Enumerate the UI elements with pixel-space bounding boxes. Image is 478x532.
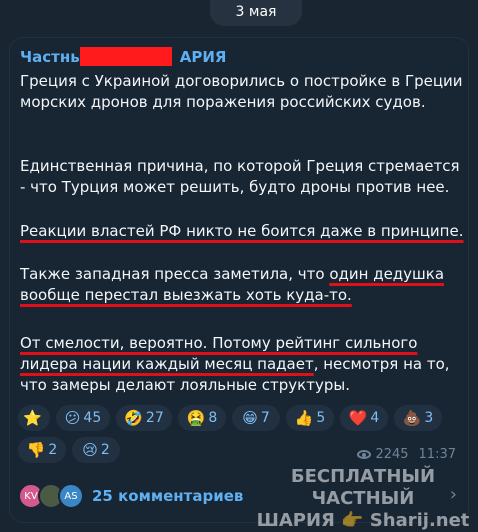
avatar: AS xyxy=(58,483,84,509)
reaction-count: 5 xyxy=(316,410,326,426)
paragraph-3: Реакции властей РФ никто не боится даже … xyxy=(20,221,465,242)
paragraph-4: Также западная пресса заметила, что один… xyxy=(20,264,465,306)
chevron-right-icon: › xyxy=(449,484,457,505)
views-count: 2245 xyxy=(375,447,409,462)
reaction-count: 2 xyxy=(100,442,110,458)
comments-row[interactable]: KV AS 25 комментариев › xyxy=(18,478,463,514)
reaction-count: 45 xyxy=(83,410,102,426)
reaction-count: 27 xyxy=(145,410,164,426)
reaction-chip[interactable]: 👍 5 xyxy=(286,405,334,431)
reaction-count: 7 xyxy=(260,410,270,426)
reaction-chip[interactable]: 😁 7 xyxy=(232,405,280,431)
thumbs-up-icon: 👍 xyxy=(294,409,314,427)
reaction-chip[interactable]: ⭐ xyxy=(18,405,50,431)
paragraph-5: От смелости, вероятно. Потому рейтинг си… xyxy=(20,333,465,396)
author-name-start: Частны xyxy=(20,48,84,66)
underlined-text: Реакции властей РФ никто не боится даже … xyxy=(20,222,464,240)
reaction-chip[interactable]: 👎 2 xyxy=(18,437,66,463)
reaction-count: 2 xyxy=(48,442,58,458)
thumbs-down-icon: 👎 xyxy=(26,441,46,459)
comments-label[interactable]: 25 комментариев xyxy=(92,487,243,505)
poop-icon: 💩 xyxy=(402,409,422,427)
reaction-chip[interactable]: 😕 45 xyxy=(56,405,110,431)
message-meta: 2245 11:37 xyxy=(357,447,456,462)
date-pill: 3 мая xyxy=(210,0,302,26)
vomit-face-icon: 🤮 xyxy=(186,409,206,427)
message-time: 11:37 xyxy=(418,447,456,462)
plain-text: Также западная пресса заметила, что xyxy=(20,265,330,283)
rofl-face-icon: 🤣 xyxy=(124,409,143,427)
reaction-chip[interactable]: ❤️ 4 xyxy=(340,405,388,431)
crying-face-icon: 😢 xyxy=(82,441,98,459)
heart-icon: ❤️ xyxy=(348,409,368,427)
eye-icon xyxy=(357,450,372,459)
redaction-box xyxy=(80,47,172,66)
reaction-count: 4 xyxy=(370,410,380,426)
reaction-chip[interactable]: 🤣 27 xyxy=(116,405,172,431)
paragraph-2: Единственная причина, по которой Греция … xyxy=(20,157,460,196)
author-name-end: АРИЯ xyxy=(179,48,227,66)
reaction-chip[interactable]: 💩 3 xyxy=(394,405,442,431)
paragraph-1: Греция с Украиной договорились о построй… xyxy=(20,72,463,111)
reaction-count: 8 xyxy=(208,410,218,426)
reaction-chip[interactable]: 🤮 8 xyxy=(178,405,226,431)
star-icon: ⭐ xyxy=(23,409,42,427)
reaction-chip[interactable]: 😢 2 xyxy=(72,437,120,463)
confused-face-icon: 😕 xyxy=(64,409,81,427)
reaction-count: 3 xyxy=(424,410,434,426)
grin-face-icon: 😁 xyxy=(242,409,258,427)
